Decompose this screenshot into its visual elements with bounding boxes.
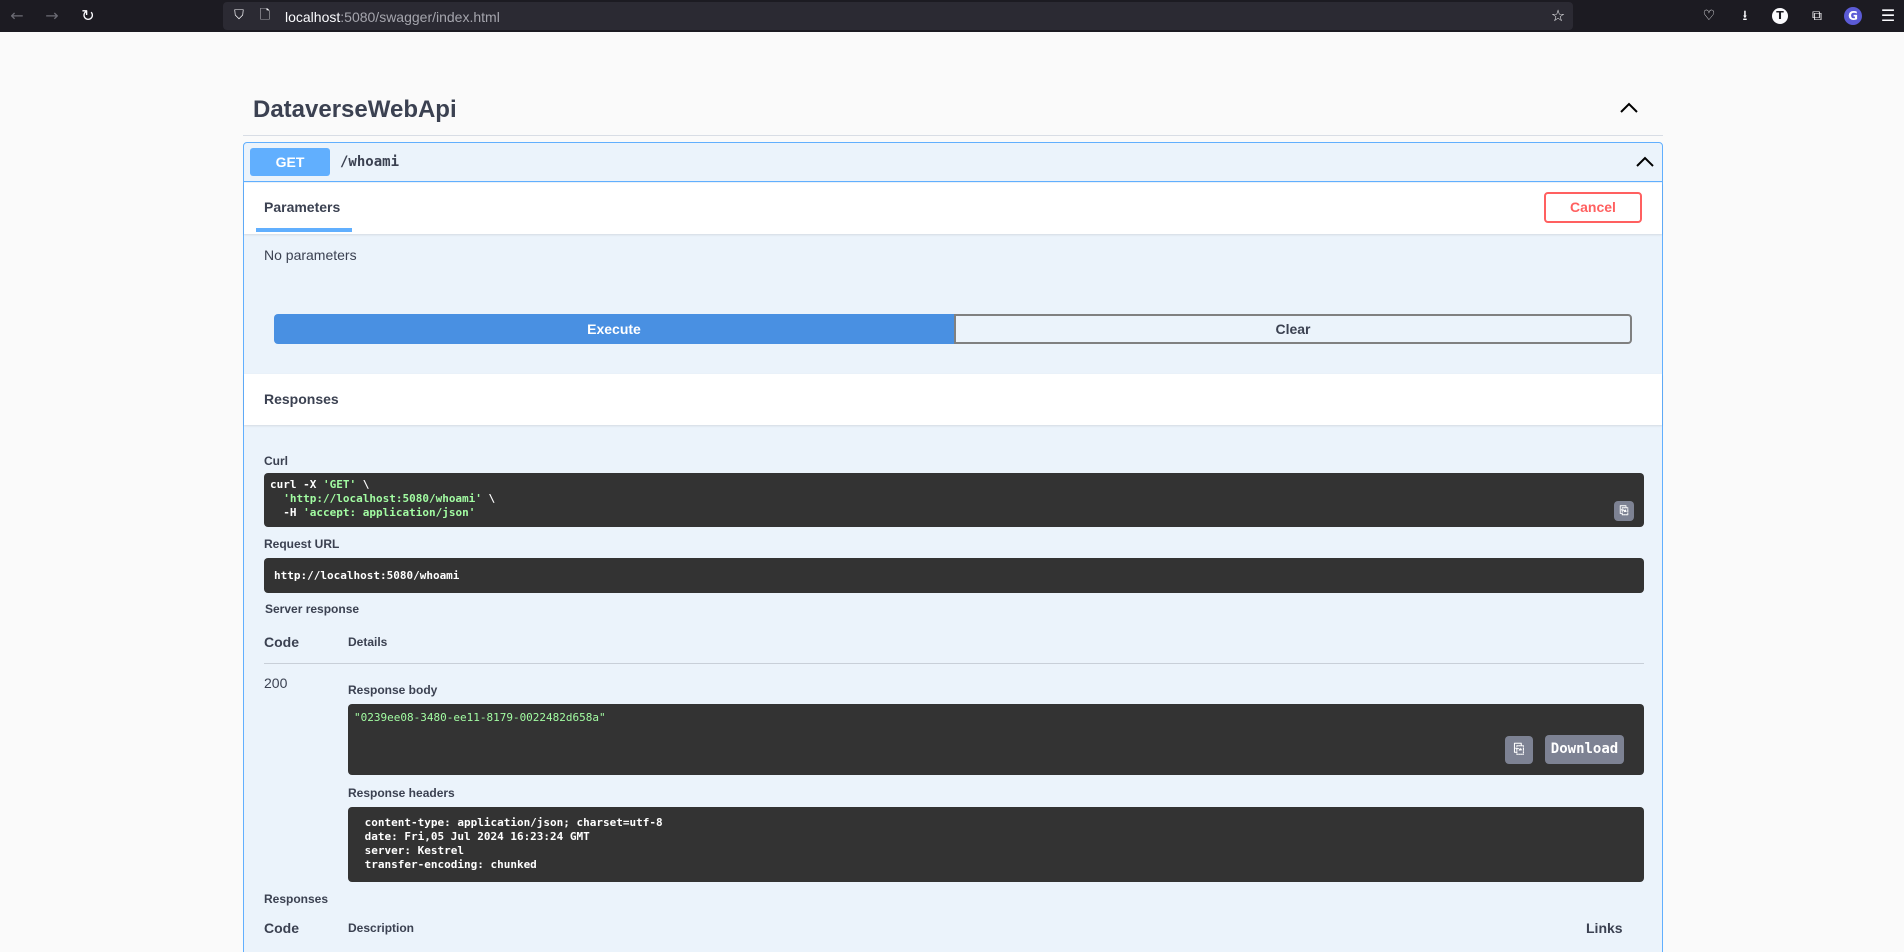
bookmark-star-icon[interactable]: ☆ [1548, 6, 1568, 26]
parameters-header: Parameters Cancel [244, 183, 1662, 234]
reload-icon[interactable]: ↻ [78, 6, 98, 26]
collapse-operation-chevron-up-icon[interactable] [1634, 151, 1656, 173]
url-path: :5080/swagger/index.html [340, 9, 500, 25]
documented-responses-label: Responses [264, 892, 329, 906]
response-header-line: transfer-encoding: chunked [358, 858, 544, 871]
documented-links-header: Links [1586, 920, 1623, 936]
tab-active-indicator [256, 228, 352, 232]
url-text[interactable]: localhost:5080/swagger/index.html [285, 9, 500, 25]
browser-toolbar: ← → ↻ ⛉ 🗋 localhost:5080/swagger/index.h… [0, 0, 1904, 32]
operation-summary[interactable]: GET /whoami [244, 143, 1662, 182]
pocket-icon[interactable]: ♡ [1699, 6, 1719, 26]
http-method-badge: GET [250, 148, 330, 176]
response-header-line: server: Kestrel [358, 844, 471, 857]
curl-line-3: -H 'accept: application/json' [270, 506, 476, 519]
request-url-block[interactable]: http://localhost:5080/whoami [264, 558, 1644, 593]
response-header-line: date: Fri,05 Jul 2024 16:23:24 GMT [358, 830, 597, 843]
tracking-shield-icon[interactable]: ⛉ [229, 6, 249, 26]
copy-response-clipboard-icon[interactable]: ⎘ [1505, 736, 1533, 764]
url-host: localhost [285, 9, 341, 25]
forward-arrow-icon[interactable]: → [42, 6, 62, 26]
hamburger-menu-icon[interactable]: ☰ [1878, 6, 1898, 26]
extensions-icon[interactable]: ⧉ [1807, 6, 1827, 26]
grammarly-extension-icon[interactable]: G [1844, 7, 1862, 25]
api-title[interactable]: DataverseWebApi [253, 96, 457, 124]
response-header-line: content-type: application/json; charset=… [358, 816, 670, 829]
curl-command-block[interactable]: curl -X 'GET' \ 'http://localhost:5080/w… [264, 473, 1644, 527]
no-parameters-text: No parameters [264, 247, 357, 263]
copy-curl-clipboard-icon[interactable]: ⎘ [1614, 501, 1634, 521]
account-avatar[interactable]: T [1772, 8, 1788, 24]
title-divider [243, 135, 1663, 136]
responses-header: Responses [244, 374, 1662, 425]
documented-description-header: Description [348, 921, 415, 935]
back-arrow-icon[interactable]: ← [7, 6, 27, 26]
code-column-header: Code [264, 634, 299, 650]
page-info-icon[interactable]: 🗋 [255, 6, 275, 26]
download-button[interactable]: Download [1545, 735, 1624, 764]
curl-line-1: curl -X 'GET' \ [270, 478, 370, 491]
url-bar[interactable]: ⛉ 🗋 localhost:5080/swagger/index.html ☆ [223, 2, 1573, 30]
response-headers-label: Response headers [348, 786, 455, 800]
cancel-button[interactable]: Cancel [1544, 192, 1642, 223]
response-body-value: "0239ee08-3480-ee11-8179-0022482d658a" [354, 711, 606, 724]
operation-block: GET /whoami Parameters Cancel No paramet… [243, 142, 1663, 952]
responses-title: Responses [264, 391, 339, 407]
documented-code-header: Code [264, 920, 299, 936]
collapse-chevron-up-icon[interactable] [1616, 96, 1642, 120]
curl-label: Curl [264, 454, 288, 468]
operation-path: /whoami [340, 154, 400, 170]
request-url-value: http://localhost:5080/whoami [274, 569, 460, 582]
response-body-label: Response body [348, 683, 438, 697]
execute-button[interactable]: Execute [274, 314, 954, 344]
tab-parameters[interactable]: Parameters [264, 199, 340, 215]
execute-wrapper: Execute Clear [274, 314, 1632, 344]
details-column-header: Details [348, 635, 388, 649]
downloads-icon[interactable]: ⭳ [1735, 6, 1755, 26]
response-body-block[interactable]: "0239ee08-3480-ee11-8179-0022482d658a" ⎘… [348, 704, 1644, 775]
table-header-divider [264, 663, 1644, 664]
curl-line-2: 'http://localhost:5080/whoami' \ [283, 492, 496, 505]
server-response-label: Server response [265, 602, 360, 616]
response-headers-block[interactable]: content-type: application/json; charset=… [348, 807, 1644, 882]
clear-button[interactable]: Clear [954, 314, 1632, 344]
request-url-label: Request URL [264, 537, 340, 551]
response-status-code: 200 [264, 675, 288, 691]
